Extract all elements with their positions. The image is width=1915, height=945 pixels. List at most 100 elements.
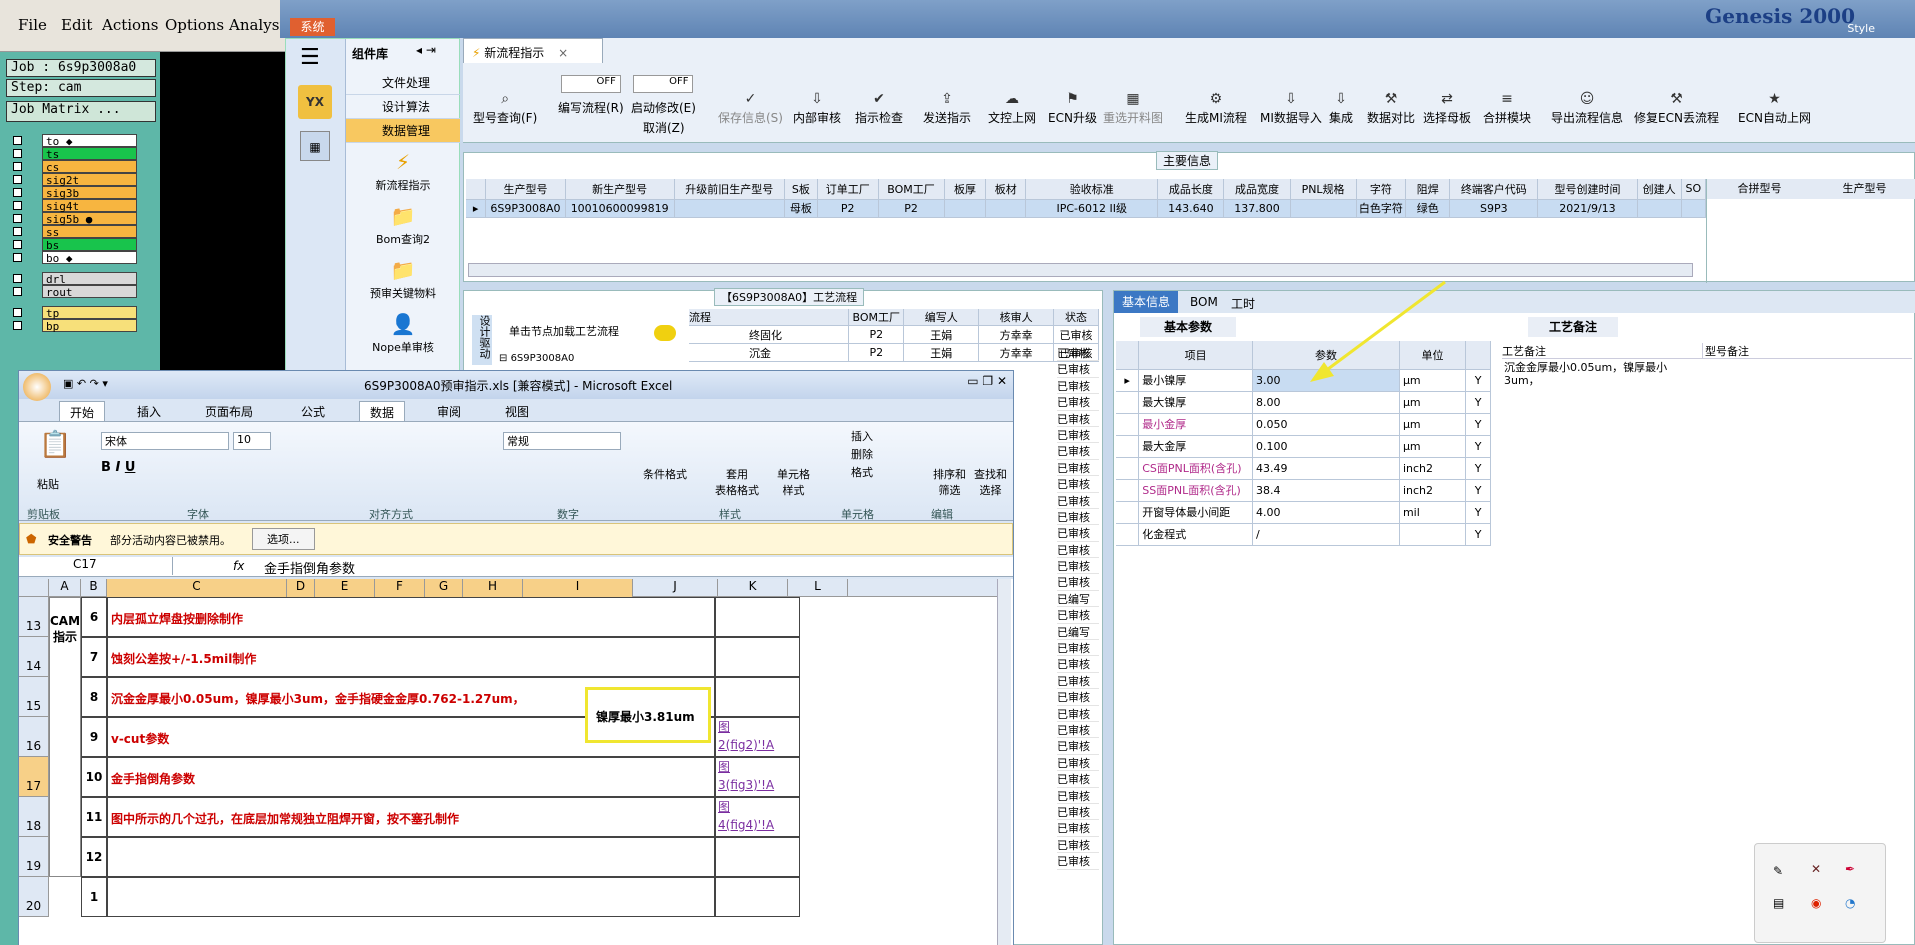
column-header[interactable] [1465,341,1491,370]
sheet-row[interactable]: 19 12 [19,837,999,877]
cell-c[interactable]: 蚀刻公差按+/-1.5mil制作 [107,637,715,677]
sidebar-menu-item[interactable]: 数据管理 [346,119,460,143]
cell-j[interactable]: 图 2(fig2)'!A [715,717,800,757]
ribbon-tab[interactable]: 开始 [59,401,106,423]
param-value[interactable]: 0.100 [1252,435,1400,458]
column-header[interactable]: L [788,579,848,597]
cell-b[interactable]: 8 [81,677,107,717]
toolbar-button[interactable]: ⇩ MI数据导入 [1260,91,1322,126]
cell-button[interactable]: 插入 [851,428,873,444]
column-header[interactable]: 项目 [1138,341,1254,370]
layer-checkbox[interactable] [13,214,22,223]
column-header[interactable]: E [315,579,375,597]
font-select[interactable]: 宋体 [101,432,229,450]
ribbon-big-button[interactable]: 排序和 筛选 [933,466,966,498]
cell-c[interactable] [107,877,715,917]
cell-b[interactable]: 12 [81,837,107,877]
row-number[interactable]: 13 [19,597,49,637]
column-header[interactable]: K [718,579,788,597]
column-header[interactable]: 编写人 [903,309,980,326]
side-label[interactable]: 设计驱动 [472,315,492,365]
toolbar-button[interactable]: ⌕ 型号查询(F) [473,91,537,126]
column-header[interactable]: 核审人 [978,309,1055,326]
hamburger-icon[interactable]: ☰ [300,45,320,70]
column-header[interactable]: BOM工厂 [848,309,905,326]
toolbar-button[interactable]: ⇪ 发送指示 [923,91,971,126]
toggle-switch[interactable]: OFF [633,75,694,93]
cell-j[interactable] [715,877,800,917]
column-header[interactable]: 新生产型号 [565,179,675,200]
calendar-icon[interactable]: ▦ [300,131,330,161]
layer-checkbox[interactable] [13,201,22,210]
collapse-icon[interactable]: ◂ ⇥ [416,43,436,57]
layer-row[interactable]: sig2t [10,173,160,187]
row-number[interactable]: 18 [19,797,49,837]
param-value[interactable]: 8.00 [1252,391,1400,414]
layer-checkbox[interactable] [13,227,22,236]
sheet-row[interactable]: 15 8 沉金金厚最小0.05um，镍厚最小3um，金手指硬金金厚0.762-1.2… [19,677,999,717]
toggle-switch[interactable]: OFF [560,75,621,93]
ribbon-big-button[interactable]: 条件格式 [643,466,687,482]
layer-row[interactable]: tp [10,306,160,320]
param-value[interactable]: 0.050 [1252,413,1400,436]
cell-j[interactable] [715,837,800,877]
toolbar-button[interactable]: ⇩ 内部审核 [793,91,841,126]
layer-checkbox[interactable] [13,175,22,184]
brush-icon[interactable]: ◉ [1811,896,1821,910]
column-header[interactable]: 板厚 [944,179,987,200]
ribbon-tab[interactable]: 视图 [495,401,539,422]
tab-hours[interactable]: 工时 [1231,295,1255,312]
v-scrollbar[interactable] [997,579,1011,945]
column-header[interactable]: BOM工厂 [878,179,945,200]
layer-checkbox[interactable] [13,136,22,145]
job-matrix-button[interactable]: Job Matrix ... [6,101,156,122]
toolbar-button[interactable]: ★ ECN自动上网 [1738,91,1811,126]
table-row[interactable]: ▸ 6S9P3008A0 10010600099819 母板 P2 P2 IPC-6012 … [466,199,1707,218]
window-controls[interactable]: ▭ ❐ ✕ [967,374,1007,388]
table-row[interactable]: CS面PNL面积(含孔) 43.49 inch2 Y [1116,457,1491,480]
row-number[interactable]: 20 [19,877,49,917]
font-size-select[interactable]: 10 [233,432,271,450]
column-header[interactable]: H [463,579,523,597]
cell-b[interactable]: 11 [81,797,107,837]
chat-icon[interactable] [654,325,676,341]
cell-j[interactable] [715,677,800,717]
column-header[interactable]: 成品宽度 [1223,179,1291,200]
param-value[interactable]: / [1252,523,1400,546]
toolbar-button[interactable]: ⇩ 集成 [1329,91,1353,126]
table-row[interactable]: 化金程式 / Y [1116,523,1491,546]
office-button-icon[interactable] [23,373,51,401]
cell-j[interactable] [715,637,800,677]
fx-icon[interactable]: fx [233,559,244,573]
layer-row[interactable]: bp [10,319,160,333]
cell-j[interactable]: 图 3(fig3)'!A [715,757,800,797]
column-header[interactable]: D [287,579,315,597]
column-header[interactable]: F [375,579,425,597]
sheet-row[interactable]: 14 7 蚀刻公差按+/-1.5mil制作 [19,637,999,677]
ribbon-tab[interactable]: 页面布局 [195,401,263,422]
layer-checkbox[interactable] [13,188,22,197]
column-header[interactable]: A [49,579,81,597]
sheet-row[interactable]: 17 10 金手指倒角参数图 3(fig3)'!A [19,757,999,797]
tab-bom[interactable]: BOM [1190,295,1218,309]
toolbar-button[interactable]: ⚙ 生成MI流程 [1185,91,1247,126]
sheet-row[interactable]: 16 9 v-cut参数图 2(fig2)'!A [19,717,999,757]
sheet-row[interactable]: 20 1 [19,877,999,917]
row-number[interactable]: 15 [19,677,49,717]
column-header[interactable]: 型号创建时间 [1537,179,1638,200]
row-number[interactable]: 17 [19,757,49,797]
param-value[interactable]: 38.4 [1252,479,1400,502]
toolbar-button[interactable]: ✔ 指示检查 [855,91,903,126]
layer-row[interactable]: sig3b [10,186,160,200]
layer-row[interactable]: ss [10,225,160,239]
toolbar-button[interactable]: ⚒ 数据对比 [1367,91,1415,126]
menu-actions[interactable]: Actions [102,16,158,34]
toolbar-button[interactable]: ⚑ ECN升级 [1048,91,1097,126]
column-header[interactable]: J [633,579,718,597]
layer-row[interactable]: bo ◆ [10,251,160,265]
sidebar-tool[interactable]: 👤 Nope单审核 [346,309,460,363]
formula-input[interactable]: 金手指倒角参数 [264,558,355,577]
cell-j[interactable]: 图 4(fig4)'!A [715,797,800,837]
layer-checkbox[interactable] [13,149,22,158]
toolbar-button[interactable]: ☁ 文控上网 [988,91,1036,126]
